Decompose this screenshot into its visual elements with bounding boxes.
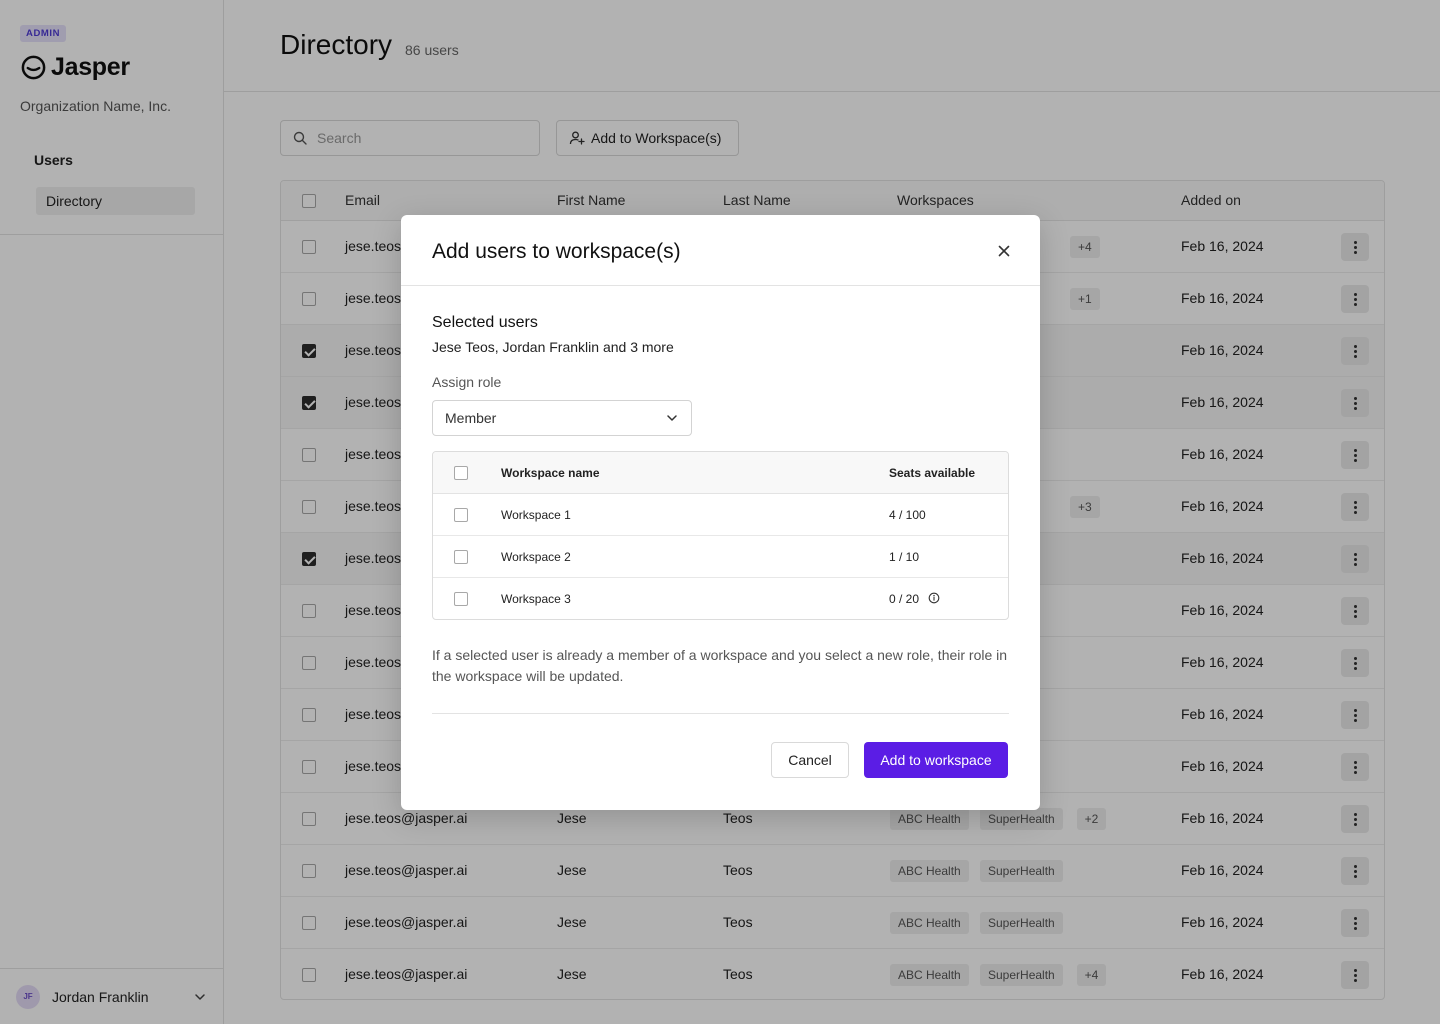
role-select[interactable]: Member [432,400,692,436]
info-icon[interactable] [928,592,940,604]
workspace-name: Workspace 2 [501,550,571,564]
column-workspace-name: Workspace name [501,466,600,480]
cancel-button[interactable]: Cancel [771,742,849,778]
add-users-modal: Add users to workspace(s) Selected users… [401,215,1040,810]
close-icon[interactable] [995,242,1013,260]
seats-available: 0 / 20 [889,592,920,606]
seats-available: 1 / 10 [889,550,920,564]
seats-available: 4 / 100 [889,508,926,522]
selected-users-list: Jese Teos, Jordan Franklin and 3 more [432,339,674,355]
workspace-table-header: Workspace name Seats available [433,452,1008,494]
workspace-row[interactable]: Workspace 2 1 / 10 [433,536,1008,578]
assign-role-label: Assign role [432,374,502,390]
chevron-down-icon [667,415,677,421]
workspace-row[interactable]: Workspace 3 0 / 20 [433,578,1008,619]
selected-users-label: Selected users [432,314,538,331]
modal-header: Add users to workspace(s) [401,215,1040,286]
workspace-table: Workspace name Seats available Workspace… [432,451,1009,620]
modal-divider [432,713,1009,714]
select-all-workspaces-checkbox[interactable] [454,466,468,480]
workspace-checkbox[interactable] [454,550,468,564]
role-value: Member [445,410,497,426]
modal-title: Add users to workspace(s) [432,240,681,263]
workspace-checkbox[interactable] [454,592,468,606]
column-seats-available: Seats available [889,466,976,480]
role-update-note: If a selected user is already a member o… [432,647,1008,684]
workspace-name: Workspace 3 [501,592,571,606]
workspace-checkbox[interactable] [454,508,468,522]
workspace-name: Workspace 1 [501,508,571,522]
workspace-row[interactable]: Workspace 1 4 / 100 [433,494,1008,536]
add-to-workspace-button[interactable]: Add to workspace [864,742,1008,778]
